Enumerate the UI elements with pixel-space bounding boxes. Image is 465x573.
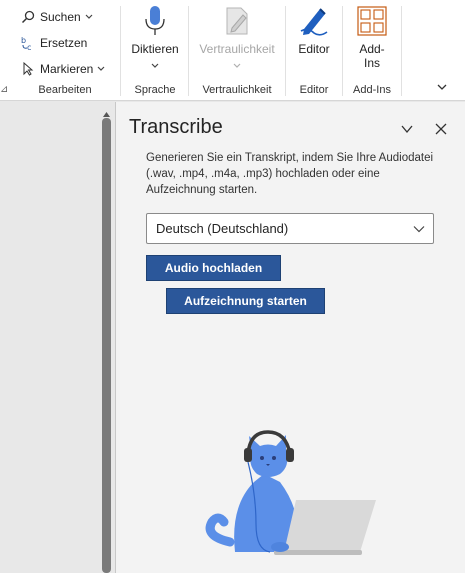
- add-ins-grid-icon: [355, 4, 389, 38]
- dictate-button[interactable]: Diktieren: [129, 4, 181, 72]
- close-icon[interactable]: [434, 122, 448, 136]
- editor-pen-icon: [297, 4, 331, 38]
- editor-button[interactable]: Editor: [291, 4, 337, 56]
- group-separator: [285, 6, 286, 96]
- ribbon-collapse-icon[interactable]: [436, 80, 448, 92]
- add-ins-label-line1: Add-: [359, 42, 385, 56]
- group-separator: [188, 6, 189, 96]
- microphone-icon: [138, 4, 172, 38]
- search-button[interactable]: Suchen: [20, 7, 93, 27]
- pane-title: Transcribe: [129, 116, 223, 138]
- transcribe-pane: Transcribe Generieren Sie ein Transkript…: [116, 102, 465, 573]
- editor-label: Editor: [298, 42, 330, 56]
- replace-icon: bc: [20, 35, 36, 51]
- sensitivity-icon: [220, 4, 254, 38]
- chevron-down-icon: [233, 58, 241, 72]
- svg-text:b: b: [21, 36, 26, 45]
- vertical-scrollbar-thumb[interactable]: [102, 118, 111, 573]
- group-label-sensitivity: Vertraulichkeit: [202, 84, 272, 96]
- chevron-down-icon: [85, 13, 93, 22]
- chevron-down-icon: [413, 223, 425, 235]
- language-select[interactable]: Deutsch (Deutschland): [146, 213, 434, 244]
- pane-description: Generieren Sie ein Transkript, indem Sie…: [146, 152, 434, 196]
- language-select-value: Deutsch (Deutschland): [156, 221, 289, 236]
- scroll-up-arrow-icon[interactable]: [102, 106, 111, 117]
- search-icon: [20, 9, 36, 25]
- group-separator: [401, 6, 402, 96]
- ribbon: Suchen bc Ersetzen Markieren Bearbeiten …: [0, 0, 465, 101]
- pane-options-chevron-icon[interactable]: [400, 122, 414, 136]
- add-ins-label-line2: Ins: [363, 56, 380, 70]
- document-area: [0, 102, 116, 573]
- chevron-down-icon[interactable]: [151, 58, 159, 72]
- sensitivity-label: Vertraulichkeit: [199, 42, 275, 56]
- svg-text:c: c: [27, 43, 31, 51]
- group-label-editor: Editor: [299, 84, 329, 96]
- group-separator: [342, 6, 343, 96]
- group-label-add-ins: Add-Ins: [353, 84, 391, 96]
- group-separator: [120, 6, 121, 96]
- select-icon: [20, 61, 36, 77]
- launcher-icon[interactable]: ⊿: [0, 84, 8, 95]
- group-label-edit: Bearbeiten: [38, 84, 92, 96]
- start-recording-button[interactable]: Aufzeichnung starten: [166, 288, 325, 314]
- group-label-speech: Sprache: [134, 84, 176, 96]
- select-button[interactable]: Markieren: [20, 59, 105, 79]
- upload-audio-button[interactable]: Audio hochladen: [146, 255, 281, 281]
- cat-headphones-illustration: [200, 424, 380, 573]
- replace-label: Ersetzen: [40, 36, 88, 50]
- sensitivity-button[interactable]: Vertraulichkeit: [194, 4, 280, 72]
- search-label: Suchen: [40, 10, 81, 24]
- dictate-label: Diktieren: [131, 42, 179, 56]
- add-ins-button[interactable]: Add- Ins: [349, 4, 395, 70]
- replace-button[interactable]: bc Ersetzen: [20, 33, 87, 53]
- chevron-down-icon: [97, 65, 105, 74]
- select-label: Markieren: [40, 62, 94, 76]
